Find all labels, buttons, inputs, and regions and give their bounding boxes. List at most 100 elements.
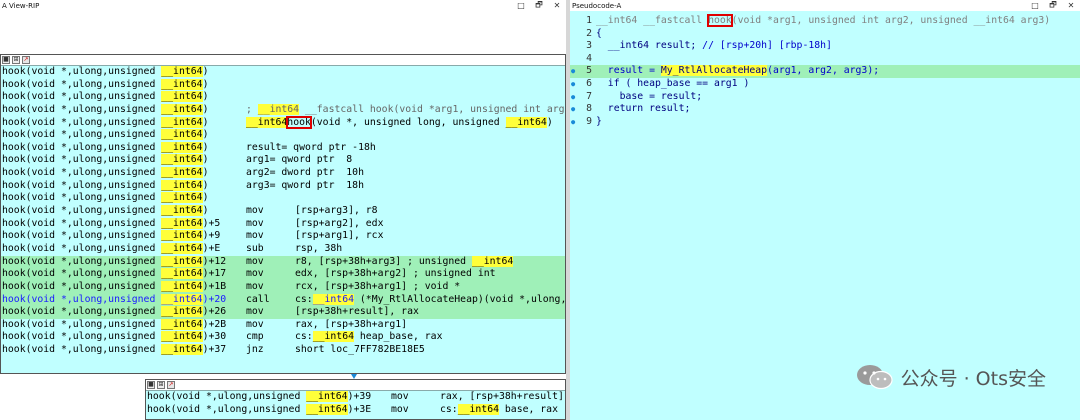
asm-line[interactable]: hook(void *,ulong,unsigned __int64) <box>1 91 565 104</box>
type-token: __int64 <box>161 78 203 90</box>
asm-line[interactable]: hook(void *,ulong,unsigned __int64) __int… <box>1 115 565 130</box>
asm-address: hook(void *,ulong,unsigned __int64) <box>2 116 209 128</box>
basic-block-main[interactable]: ■ ⊞ ↗ hook(void *,ulong,unsigned __int64… <box>0 54 566 374</box>
asm-line[interactable]: hook(void *,ulong,unsigned __int64) <box>1 78 565 92</box>
asm-mnemonic: mov <box>391 391 409 402</box>
asm-address: hook(void *,ulong,unsigned __int64)+12 <box>2 255 227 267</box>
pseudocode-line[interactable]: 4 <box>570 53 1080 66</box>
asm-line[interactable]: hook(void *,ulong,unsigned __int64) arg2=… <box>1 167 565 180</box>
asm-declaration: ; __int64 __fastcall hook(void *arg1, un… <box>246 103 565 117</box>
asm-line[interactable]: hook(void *,ulong,unsigned __int64)+5 mov… <box>1 217 565 231</box>
pseudocode-line[interactable]: ● 6 if ( heap_base == arg1 ) <box>570 78 1080 91</box>
function-name-boxed[interactable]: hook <box>707 14 733 27</box>
function-name-boxed[interactable]: hook <box>286 115 312 129</box>
asm-mnemonic: mov <box>246 280 264 292</box>
asm-line[interactable]: hook(void *,ulong,unsigned __int64)+39 mo… <box>146 391 565 404</box>
asm-line[interactable]: hook(void *,ulong,unsigned __int64)+1B mo… <box>1 280 565 294</box>
asm-line[interactable]: hook(void *,ulong,unsigned __int64) <box>1 192 565 205</box>
asm-line[interactable]: hook(void *,ulong,unsigned __int64)+37 jn… <box>1 344 565 357</box>
asm-line[interactable]: hook(void *,ulong,unsigned __int64) ; __i… <box>1 103 565 117</box>
asm-lines: hook(void *,ulong,unsigned __int64) hook(… <box>1 66 565 357</box>
type-token: __int64 <box>457 403 499 415</box>
asm-declaration: arg1= qword ptr 8 <box>246 154 353 166</box>
code-token: (void *arg1, unsigned int arg2, unsigned… <box>731 15 1051 26</box>
type-token: __int64 <box>161 179 203 191</box>
line-number: 2 <box>586 27 592 39</box>
asm-mnemonic: sub <box>246 242 264 254</box>
pseudocode-window-title: Pseudocode-A <box>572 1 622 10</box>
type-token: __int64 <box>161 192 203 204</box>
asm-line[interactable]: hook(void *,ulong,unsigned __int64) resul… <box>1 141 565 155</box>
type-token: __int64 <box>161 205 203 217</box>
type-token: __int64 <box>161 306 203 318</box>
maximize-icon[interactable]: □ <box>1030 1 1040 10</box>
asm-line[interactable]: hook(void *,ulong,unsigned __int64)+12 mo… <box>1 255 565 269</box>
color-block-icon[interactable]: ■ <box>147 381 155 389</box>
asm-address: hook(void *,ulong,unsigned __int64)+3E <box>147 403 372 415</box>
type-token: __int64 <box>161 91 203 103</box>
graph-icon[interactable]: ⊞ <box>157 381 165 389</box>
line-number: 1 <box>586 15 592 26</box>
asm-line[interactable]: hook(void *,ulong,unsigned __int64) <box>1 129 565 142</box>
code-text: base = result; <box>596 90 703 102</box>
maximize-icon[interactable]: □ <box>516 1 526 10</box>
pseudocode-line[interactable]: 3 __int64 result; // [rsp+20h] [rbp-18h] <box>570 40 1080 53</box>
close-icon[interactable]: ✕ <box>1066 1 1076 10</box>
type-token: __int64 <box>161 318 203 330</box>
pseudocode-line[interactable]: ● 8 return result; <box>570 103 1080 116</box>
asm-address: hook(void *,ulong,unsigned __int64) <box>2 179 209 191</box>
asm-address: hook(void *,ulong,unsigned __int64) <box>2 78 209 90</box>
watermark: 公众号 · Ots安全 <box>855 363 1046 391</box>
line-number: 4 <box>586 52 592 64</box>
asm-line[interactable]: hook(void *,ulong,unsigned __int64)+E sub… <box>1 242 565 256</box>
asm-mnemonic: cmp <box>246 331 264 343</box>
pseudocode-line[interactable]: ● 9} <box>570 116 1080 129</box>
asm-address: hook(void *,ulong,unsigned __int64) <box>2 154 209 166</box>
asm-line[interactable]: hook(void *,ulong,unsigned __int64)+20 ca… <box>1 293 565 307</box>
pseudocode-lines: 1 __int64 __fastcall hook(void *arg1, uns… <box>570 14 1080 129</box>
asm-line[interactable]: hook(void *,ulong,unsigned __int64)+17 mo… <box>1 268 565 281</box>
type-token: __int64 <box>161 129 203 141</box>
asm-line[interactable]: hook(void *,ulong,unsigned __int64)+26 mo… <box>1 306 565 319</box>
called-function[interactable]: My_RtlAllocateHeap <box>660 65 768 77</box>
disassembly-window-title: A View-RIP <box>2 1 40 10</box>
asm-line[interactable]: hook(void *,ulong,unsigned __int64)+30 cm… <box>1 331 565 344</box>
asm-declaration: result= qword ptr -18h <box>246 141 376 153</box>
asm-address: hook(void *,ulong,unsigned __int64) <box>2 192 209 204</box>
group-icon[interactable]: ↗ <box>167 381 175 389</box>
color-block-icon[interactable]: ■ <box>2 56 10 64</box>
code-token: (arg1, arg2, arg3); <box>767 65 880 77</box>
type-token: __int64 <box>257 103 300 115</box>
pseudocode-line[interactable]: ● 5 result = My_RtlAllocateHeap(arg1, arg… <box>570 65 1080 78</box>
asm-address: hook(void *,ulong,unsigned __int64)+30 <box>2 331 227 343</box>
pseudocode-line[interactable]: ● 7 base = result; <box>570 91 1080 104</box>
line-number: 8 <box>586 103 592 115</box>
disassembly-graph-view[interactable]: ■ ⊞ ↗ hook(void *,ulong,unsigned __int64… <box>0 11 566 420</box>
asm-operands: [rsp+arg1], rcx <box>295 230 384 242</box>
asm-line[interactable]: hook(void *,ulong,unsigned __int64) mov [r… <box>1 205 565 218</box>
pseudocode-line[interactable]: 1 __int64 __fastcall hook(void *arg1, uns… <box>570 14 1080 28</box>
pseudocode-view[interactable]: 1 __int64 __fastcall hook(void *arg1, uns… <box>570 11 1080 420</box>
pseudocode-line[interactable]: 2{ <box>570 28 1080 41</box>
asm-operands: r8, [rsp+38h+arg3] ; unsigned __int64 <box>295 255 514 267</box>
close-icon[interactable]: ✕ <box>552 1 562 10</box>
asm-address: hook(void *,ulong,unsigned __int64) <box>2 129 209 141</box>
asm-mnemonic: mov <box>246 230 264 242</box>
type-token: __int64 <box>161 242 203 254</box>
asm-operands: [rsp+38h+result], rax <box>295 306 419 318</box>
asm-mnemonic: jnz <box>246 344 264 356</box>
asm-address: hook(void *,ulong,unsigned __int64)+39 <box>147 391 372 402</box>
basic-block-bottom[interactable]: ■ ⊞ ↗ hook(void *,ulong,unsigned __int64… <box>145 379 566 420</box>
asm-line[interactable]: hook(void *,ulong,unsigned __int64) arg3=… <box>1 179 565 193</box>
asm-line[interactable]: hook(void *,ulong,unsigned __int64) <box>1 66 565 79</box>
asm-line[interactable]: hook(void *,ulong,unsigned __int64)+3E mo… <box>146 403 565 417</box>
type-token: __int64 <box>161 268 203 280</box>
graph-icon[interactable]: ⊞ <box>12 56 20 64</box>
line-number: 7 <box>586 90 592 102</box>
asm-line[interactable]: hook(void *,ulong,unsigned __int64) arg1=… <box>1 154 565 167</box>
asm-operands: rax, [rsp+38h+arg1] <box>295 318 408 330</box>
asm-line[interactable]: hook(void *,ulong,unsigned __int64)+9 mov… <box>1 230 565 243</box>
asm-declaration: arg3= qword ptr 18h <box>246 179 364 191</box>
asm-line[interactable]: hook(void *,ulong,unsigned __int64)+2B mo… <box>1 318 565 332</box>
group-icon[interactable]: ↗ <box>22 56 30 64</box>
